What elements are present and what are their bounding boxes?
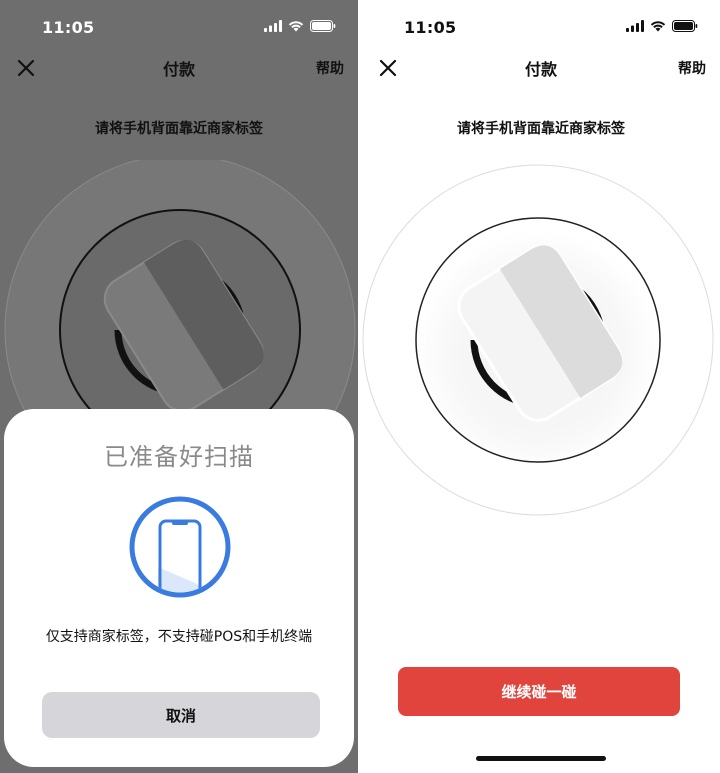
wifi-icon <box>650 21 666 32</box>
instruction-text: 请将手机背面靠近商家标签 <box>457 121 625 137</box>
nfc-phone-icon <box>362 164 714 516</box>
continue-tap-button[interactable]: 继续碰一碰 <box>398 667 680 716</box>
battery-icon <box>672 20 698 32</box>
help-button[interactable]: 帮助 <box>678 58 706 78</box>
signal-icon <box>626 20 644 32</box>
status-icons <box>264 20 336 32</box>
right-screen: 11:05 付款 帮助 请将手机背面靠近商家标签 继续碰一碰 <box>362 0 720 773</box>
help-button[interactable]: 帮助 <box>316 58 344 78</box>
battery-icon <box>310 20 336 32</box>
status-time: 11:05 <box>404 18 457 37</box>
sheet-title: 已准备好扫描 <box>104 443 254 471</box>
cancel-button[interactable]: 取消 <box>42 692 320 738</box>
status-time: 11:05 <box>42 18 95 37</box>
wifi-icon <box>288 21 304 32</box>
instruction-text: 请将手机背面靠近商家标签 <box>95 121 263 137</box>
signal-icon <box>264 20 282 32</box>
left-screen: 11:05 付款 帮助 请将手机背面靠近商家标签 已准备好扫描 仅支持商家标签，… <box>0 0 358 773</box>
status-bar: 11:05 <box>0 0 358 52</box>
status-bar: 11:05 <box>362 0 720 52</box>
home-indicator <box>476 756 606 761</box>
nav-bar: 付款 帮助 <box>0 52 358 84</box>
page-title: 付款 <box>524 60 557 79</box>
status-icons <box>626 20 698 32</box>
page-title: 付款 <box>162 60 195 79</box>
sheet-description: 仅支持商家标签，不支持碰POS和手机终端 <box>45 629 313 645</box>
scan-sheet: 已准备好扫描 仅支持商家标签，不支持碰POS和手机终端 取消 <box>4 409 354 767</box>
nav-bar: 付款 帮助 <box>362 52 720 84</box>
phone-scan-icon <box>129 496 231 598</box>
